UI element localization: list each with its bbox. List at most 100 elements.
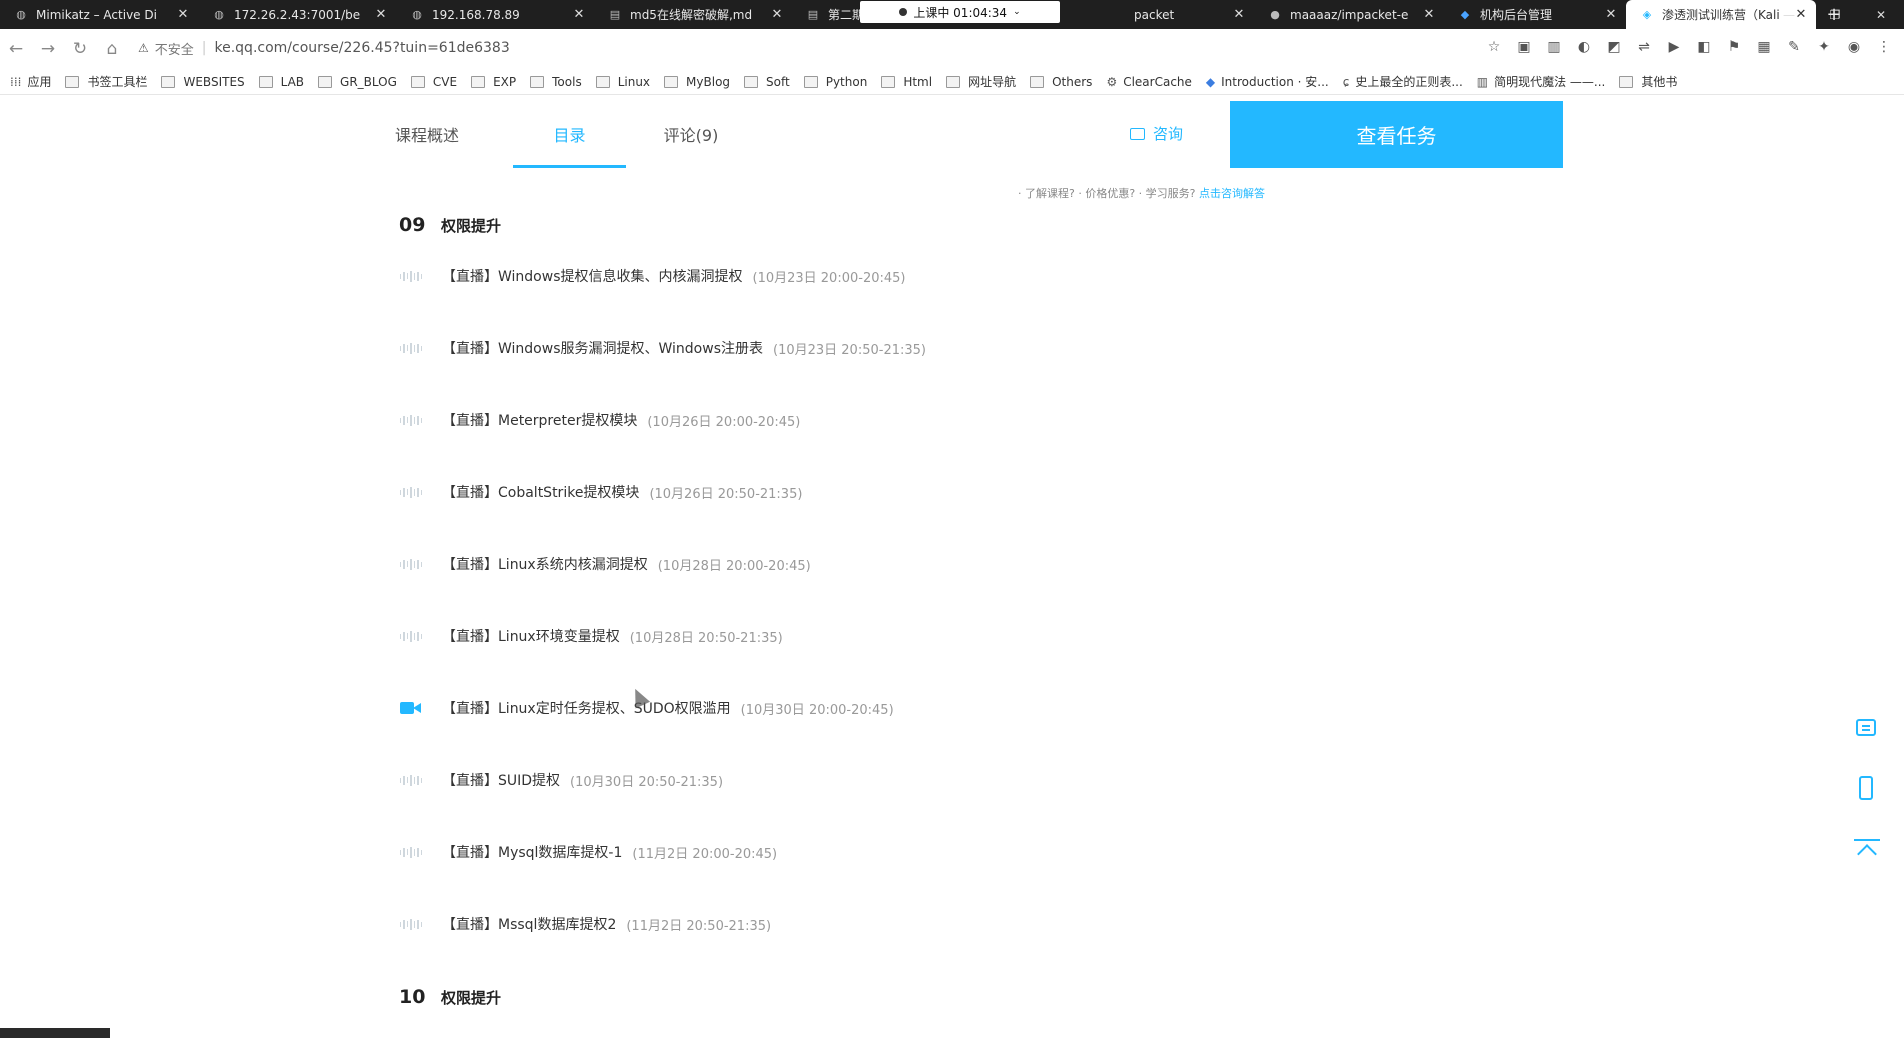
bookmark-folder[interactable]: MyBlog [664, 75, 730, 89]
browser-tab[interactable]: ◍ Mimikatz – Active Di ✕ [0, 0, 198, 29]
chevron-down-icon[interactable]: ⌄ [1013, 7, 1021, 17]
window-controls: — ❐ ✕ [1766, 0, 1904, 29]
security-label[interactable]: 不安全 [155, 39, 194, 58]
bookmark-folder-other[interactable]: 其他书 [1619, 73, 1677, 90]
bookmark-label: LAB [280, 74, 305, 89]
extension-icon[interactable]: ⇌ [1636, 39, 1652, 55]
lesson-item[interactable]: 【直播】Mssql数据库提权2 (11月2日 20:50-21:35) [400, 912, 771, 936]
feedback-button[interactable] [1854, 715, 1878, 739]
bookmark-folder[interactable]: Python [803, 75, 867, 89]
menu-icon[interactable]: ⋮ [1876, 39, 1892, 55]
browser-tab[interactable]: ● maaaaz/impacket-e ✕ [1254, 0, 1444, 29]
mobile-app-button[interactable] [1854, 776, 1878, 800]
lesson-item[interactable]: 【直播】Meterpreter提权模块 (10月26日 20:00-20:45) [400, 408, 800, 432]
lesson-item[interactable]: 【直播】Linux环境变量提权 (10月28日 20:50-21:35) [400, 624, 783, 648]
bookmark-folder[interactable]: LAB [258, 74, 305, 89]
faq-consult-link[interactable]: 点击咨询解答 [1199, 187, 1265, 200]
home-icon[interactable]: ⌂ [96, 39, 128, 59]
bookmark-label: WEBSITES [183, 74, 245, 89]
chapter-number: 09 [399, 214, 426, 236]
lesson-item[interactable]: 【直播】Windows提权信息收集、内核漏洞提权 (10月23日 20:00-20… [400, 264, 905, 288]
bookmark-book[interactable]: ▥ 简明现代魔法 ——... [1477, 73, 1606, 90]
consult-label: 咨询 [1153, 125, 1184, 143]
lesson-item[interactable]: 【直播】CobaltStrike提权模块 (10月26日 20:50-21:35) [400, 480, 802, 504]
lesson-time: (10月23日 20:50-21:35) [773, 342, 926, 358]
browser-tab[interactable]: ◍ 192.168.78.89 ✕ [396, 0, 594, 29]
audio-wave-icon [400, 557, 422, 571]
extension-icon[interactable]: ✎ [1786, 39, 1802, 55]
lesson-item[interactable]: 【直播】Linux系统内核漏洞提权 (10月28日 20:00-20:45) [400, 552, 811, 576]
chapter-title: 权限提升 [441, 216, 502, 235]
bookmark-introduction[interactable]: ◆ Introduction · 安... [1206, 73, 1329, 90]
tab-catalog[interactable]: 目录 [513, 100, 626, 168]
back-icon[interactable]: ← [0, 39, 32, 59]
consult-link[interactable]: 咨询 [1130, 123, 1183, 144]
tab-overview[interactable]: 课程概述 [395, 100, 513, 168]
extension-icon[interactable]: ◐ [1576, 39, 1592, 55]
bookmark-label: MyBlog [686, 74, 731, 89]
lesson-item[interactable]: 【直播】Mysql数据库提权-1 (11月2日 20:00-20:45) [400, 840, 777, 864]
extension-icon[interactable]: ◧ [1696, 39, 1712, 55]
close-icon[interactable]: ✕ [374, 7, 388, 22]
bookmark-folder[interactable]: 网址导航 [946, 73, 1016, 90]
close-icon[interactable]: ✕ [770, 7, 784, 22]
star-icon[interactable]: ☆ [1486, 39, 1502, 55]
bookmark-folder[interactable]: Linux [595, 75, 650, 89]
close-icon[interactable]: ✕ [176, 7, 190, 22]
lesson-item[interactable]: 【直播】SUID提权 (10月30日 20:50-21:35) [400, 768, 723, 792]
video-camera-icon [400, 701, 422, 715]
bookmark-folder[interactable]: Others [1030, 75, 1092, 89]
bookmark-folder[interactable]: CVE [410, 74, 458, 89]
warning-icon[interactable]: ⚠ [138, 41, 149, 55]
bookmark-folder[interactable]: EXP [471, 75, 516, 89]
bookmark-folder[interactable]: WEBSITES [161, 74, 245, 89]
browser-toolbar: ← → ↻ ⌂ ⚠ 不安全 | ke.qq.com/course/226.45?… [0, 29, 1904, 69]
chapter-title: 权限提升 [441, 988, 502, 1007]
extension-icon[interactable]: ▶ [1666, 39, 1682, 55]
extension-icon[interactable]: ▥ [1546, 39, 1562, 55]
extension-icon[interactable]: ◩ [1606, 39, 1622, 55]
audio-wave-icon [400, 629, 422, 643]
bookmark-regex[interactable]: ɕ 史上最全的正则表... [1343, 73, 1463, 90]
forward-icon[interactable]: → [32, 39, 64, 59]
browser-tab[interactable]: ▤ md5在线解密破解,md ✕ [594, 0, 792, 29]
bookmark-folder[interactable]: Soft [744, 75, 790, 89]
bookmark-folder[interactable]: GR_BLOG [318, 75, 397, 89]
apps-icon: ⁞⁞⁞ [10, 74, 22, 89]
lesson-title: 【直播】Mysql数据库提权-1 [442, 845, 623, 861]
lesson-item[interactable]: 【直播】Windows服务漏洞提权、Windows注册表 (10月23日 20:5… [400, 336, 926, 360]
bookmark-clearcache[interactable]: ⚙ ClearCache [1106, 75, 1191, 89]
minimize-icon[interactable]: — [1766, 0, 1812, 29]
folder-icon [258, 75, 273, 88]
tab-comments[interactable]: 评论(9) [626, 100, 756, 168]
extension-icon[interactable]: ▦ [1756, 39, 1772, 55]
browser-tab[interactable]: ◆ 机构后台管理 ✕ [1444, 0, 1626, 29]
close-icon[interactable]: ✕ [572, 7, 586, 22]
reload-icon[interactable]: ↻ [64, 39, 96, 59]
close-window-icon[interactable]: ✕ [1858, 0, 1904, 29]
close-icon[interactable]: ✕ [1232, 7, 1246, 22]
book-icon: ▥ [1476, 74, 1489, 89]
bookmark-label: 史上最全的正则表... [1355, 75, 1463, 89]
close-icon[interactable]: ✕ [1422, 7, 1436, 22]
address-bar[interactable]: ⚠ 不安全 | ke.qq.com/course/226.45?tuin=61d… [138, 35, 1458, 61]
live-status-text: 上课中 01:04:34 [913, 5, 1008, 20]
close-icon[interactable]: ✕ [1604, 7, 1618, 22]
doc-icon: ▤ [807, 8, 819, 21]
bookmark-folder[interactable]: Tools [530, 75, 582, 89]
view-task-button[interactable]: 查看任务 [1230, 101, 1563, 168]
bookmark-apps[interactable]: ⁞⁞⁞ 应用 [10, 73, 51, 90]
extension-icon[interactable]: ▣ [1516, 39, 1532, 55]
bookmark-folder[interactable]: Html [881, 75, 932, 89]
back-to-top-button[interactable] [1854, 836, 1880, 860]
restore-icon[interactable]: ❐ [1812, 0, 1858, 29]
extension-icon[interactable]: ⚑ [1726, 39, 1742, 55]
phone-icon [1859, 776, 1873, 800]
bookmark-label: CVE [432, 74, 458, 89]
extension-icon[interactable]: ◉ [1846, 39, 1862, 55]
bookmark-folder[interactable]: 书签工具栏 [65, 73, 147, 90]
extension-icon[interactable]: ✦ [1816, 39, 1832, 55]
url-text[interactable]: ke.qq.com/course/226.45?tuin=61de6383 [215, 40, 510, 56]
browser-tab[interactable]: ◍ 172.26.2.43:7001/be ✕ [198, 0, 396, 29]
folder-icon [946, 75, 961, 88]
